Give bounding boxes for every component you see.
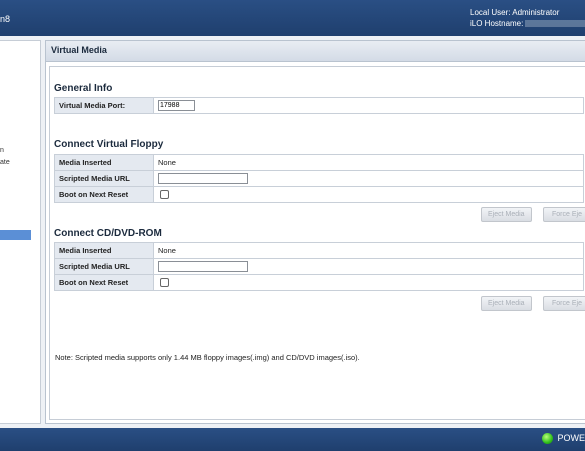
nav-item-fragment[interactable]: n — [0, 147, 4, 154]
brand-fragment: n8 — [0, 14, 11, 24]
cdrom-boot-cell — [153, 274, 584, 291]
port-label: Virtual Media Port: — [54, 97, 154, 114]
floppy-table: Media Inserted None Scripted Media URL B… — [54, 154, 584, 203]
floppy-media-inserted-label: Media Inserted — [54, 154, 154, 171]
floppy-boot-checkbox[interactable] — [160, 190, 169, 200]
floppy-force-eject-button[interactable]: Force Eje — [543, 207, 585, 222]
page-title: Virtual Media — [51, 45, 107, 55]
floppy-boot-cell — [153, 186, 584, 203]
top-header: n8 Local User: Administrator iLO Hostnam… — [0, 0, 585, 36]
cdrom-scripted-url-input[interactable] — [158, 261, 248, 272]
floppy-boot-label: Boot on Next Reset — [54, 186, 154, 203]
floppy-eject-media-button[interactable]: Eject Media — [481, 207, 532, 222]
power-label: POWE — [557, 433, 585, 443]
virtual-media-content: General Info Virtual Media Port: Connect… — [49, 66, 585, 420]
table-row: Virtual Media Port: — [54, 97, 584, 114]
table-row: Scripted Media URL — [54, 170, 584, 187]
local-user-row: Local User: Administrator — [470, 7, 585, 18]
floppy-scripted-url-label: Scripted Media URL — [54, 170, 154, 187]
table-row: Scripted Media URL — [54, 258, 584, 275]
cdrom-force-eject-button[interactable]: Force Eje — [543, 296, 585, 311]
floppy-scripted-url-cell — [153, 170, 584, 187]
virtual-media-port-input[interactable] — [158, 100, 195, 111]
floppy-media-inserted-value: None — [153, 154, 584, 171]
hostname-label: iLO Hostname: — [470, 19, 524, 28]
power-status[interactable]: POWE — [542, 433, 585, 445]
table-row: Boot on Next Reset — [54, 274, 584, 291]
floppy-scripted-url-input[interactable] — [158, 173, 248, 184]
user-info: Local User: Administrator iLO Hostname: — [470, 7, 585, 29]
cdrom-table: Media Inserted None Scripted Media URL B… — [54, 242, 584, 291]
nav-item-selected[interactable] — [0, 230, 31, 240]
port-cell — [153, 97, 584, 114]
cdrom-boot-checkbox[interactable] — [160, 278, 169, 288]
power-led-icon — [542, 433, 554, 445]
floppy-heading: Connect Virtual Floppy — [54, 139, 164, 150]
local-user-label: Local User: — [470, 8, 511, 17]
cdrom-heading: Connect CD/DVD-ROM — [54, 228, 162, 239]
table-row: Boot on Next Reset — [54, 186, 584, 203]
cdrom-boot-label: Boot on Next Reset — [54, 274, 154, 291]
left-navigation: n ate — [0, 40, 41, 424]
table-row: Media Inserted None — [54, 154, 584, 171]
bottom-status-bar: POWE — [0, 428, 585, 451]
cdrom-eject-media-button[interactable]: Eject Media — [481, 296, 532, 311]
cdrom-media-inserted-label: Media Inserted — [54, 242, 154, 259]
table-row: Media Inserted None — [54, 242, 584, 259]
nav-item-fragment[interactable]: ate — [0, 159, 10, 166]
panel-titlebar: Virtual Media — [46, 41, 585, 62]
main-panel: Virtual Media General Info Virtual Media… — [45, 40, 585, 424]
general-info-heading: General Info — [54, 83, 113, 94]
cdrom-scripted-url-label: Scripted Media URL — [54, 258, 154, 275]
general-info-table: Virtual Media Port: — [54, 97, 584, 114]
hostname-row: iLO Hostname: — [470, 18, 585, 29]
cdrom-media-inserted-value: None — [153, 242, 584, 259]
cdrom-scripted-url-cell — [153, 258, 584, 275]
scripted-media-note: Note: Scripted media supports only 1.44 … — [55, 353, 360, 362]
hostname-redacted — [525, 20, 585, 28]
local-user-value: Administrator — [512, 8, 560, 17]
